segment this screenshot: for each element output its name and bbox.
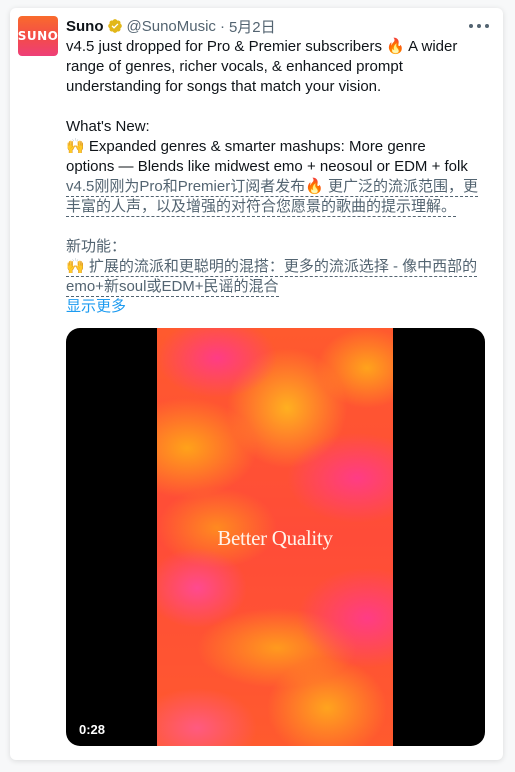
tweet-date[interactable]: 5月2日	[229, 16, 276, 37]
translation-heading: 新功能：	[66, 238, 127, 255]
tweet-text-line: options — Blends like midwest emo + neos…	[66, 158, 468, 175]
avatar-logo-text: SUNO	[17, 29, 59, 43]
tweet-card: SUNO Suno @SunoMusic · 5月2日 v4.5 just dr…	[10, 8, 503, 760]
tweet-text-line: range of genres, richer vocals, & enhanc…	[66, 58, 403, 75]
video-title-text: Better Quality	[217, 526, 333, 550]
video-frame[interactable]: Better Quality	[157, 328, 393, 746]
user-handle[interactable]: @SunoMusic	[127, 18, 216, 35]
video-duration: 0:28	[79, 722, 106, 737]
avatar[interactable]: SUNO	[18, 16, 58, 56]
whats-new-heading: What's New:	[66, 118, 150, 135]
separator: ·	[219, 17, 225, 35]
show-more-link[interactable]: 显示更多	[66, 297, 491, 317]
tweet-text-line: v4.5 just dropped for Pro & Premier subs…	[66, 38, 458, 55]
translation-line: v4.5刚刚为Pro和Premier订阅者发布🔥 更广泛的流派范围，更	[66, 178, 479, 197]
verified-badge-icon	[107, 19, 122, 33]
video-player[interactable]: Better Quality 0:28	[66, 328, 485, 746]
translation-line: 🙌 扩展的流派和更聪明的混搭：更多的流派选择 - 像中西部的	[66, 258, 478, 277]
translation-line: 丰富的人声，以及增强的对符合您愿景的歌曲的提示理解。	[66, 198, 457, 217]
display-name[interactable]: Suno	[66, 18, 104, 35]
tweet-body: v4.5 just dropped for Pro & Premier subs…	[66, 37, 491, 317]
tweet-header: Suno @SunoMusic · 5月2日	[66, 16, 276, 36]
translation-line: emo+新soul或EDM+民谣的混合	[66, 278, 279, 297]
more-options-icon[interactable]	[469, 18, 489, 34]
tweet-text-line: 🙌 Expanded genres & smarter mashups: Mor…	[66, 138, 426, 155]
tweet-text-line: understanding for songs that match your …	[66, 78, 382, 95]
